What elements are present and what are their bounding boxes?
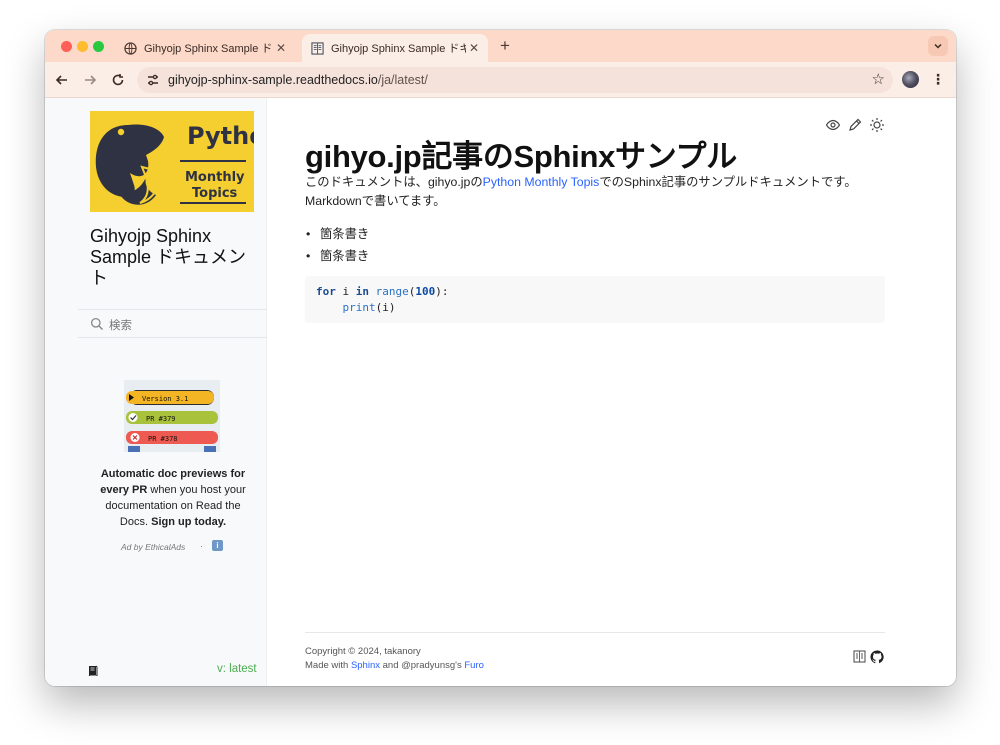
version-selector[interactable]: v: latest	[217, 663, 257, 675]
page-action-icons	[825, 117, 885, 133]
tab-close-icon[interactable]: ✕	[273, 41, 289, 55]
ad-info-icon[interactable]: i	[212, 540, 223, 551]
made-with-text: Made with Sphinx and @pradyunsg's Furo	[305, 660, 484, 671]
url-text: gihyojp-sphinx-sample.readthedocs.io/ja/…	[168, 73, 428, 87]
code-paren-close: ):	[435, 285, 449, 298]
browser-tab-1[interactable]: Gihyojp Sphinx Sample ドキュ ✕	[115, 34, 295, 62]
code-number: 100	[415, 285, 436, 298]
logo-text-python: Python	[187, 122, 254, 150]
readthedocs-book-icon[interactable]	[87, 663, 99, 677]
page-footer: Copyright © 2024, takanory Made with Sph…	[305, 632, 885, 671]
code-keyword-for: for	[316, 285, 336, 298]
bullet-list: 箇条書き 箇条書き	[305, 223, 369, 267]
readthedocs-footer-icon[interactable]	[853, 650, 866, 663]
minimize-window-button[interactable]	[77, 41, 88, 52]
intro-text-before: このドキュメントは、gihyo.jpの	[305, 175, 483, 189]
url-path: /ja/latest/	[377, 73, 428, 87]
forward-button[interactable]	[81, 71, 99, 89]
project-name[interactable]: Gihyojp Sphinx Sample ドキュメント	[90, 226, 260, 289]
code-print-args: (i)	[375, 301, 396, 314]
browser-tab-2[interactable]: Gihyojp Sphinx Sample ドキュ ✕	[302, 34, 488, 62]
main-article: gihyo.jp記事のSphinxサンプル このドキュメントは、gihyo.jp…	[268, 98, 956, 686]
code-keyword-in: in	[355, 285, 369, 298]
browser-toolbar: gihyojp-sphinx-sample.readthedocs.io/ja/…	[45, 62, 956, 98]
python-monthly-topics-link[interactable]: Python Monthly Topis	[483, 175, 600, 189]
ad-separator: ·	[200, 541, 203, 551]
tab-strip: Gihyojp Sphinx Sample ドキュ ✕ Gihyojp Sphi…	[45, 30, 956, 62]
made-prefix: Made with	[305, 660, 351, 671]
close-window-button[interactable]	[61, 41, 72, 52]
tab-title: Gihyojp Sphinx Sample ドキュ	[331, 43, 466, 55]
profile-avatar[interactable]	[902, 71, 919, 88]
sphinx-link[interactable]: Sphinx	[351, 660, 380, 671]
ad-badge-version: Version 3.1	[142, 395, 188, 403]
view-source-icon[interactable]	[825, 117, 841, 133]
globe-icon	[123, 41, 137, 55]
ad-by-label[interactable]: Ad by EthicalAds	[121, 542, 185, 552]
github-icon[interactable]	[870, 650, 884, 664]
ad-badge-pr379: PR #379	[146, 415, 176, 423]
reload-button[interactable]	[109, 71, 127, 89]
furo-link[interactable]: Furo	[464, 660, 484, 671]
ad-badge-pr378: PR #378	[148, 435, 178, 443]
address-bar[interactable]: gihyojp-sphinx-sample.readthedocs.io/ja/…	[137, 67, 893, 93]
page-title: gihyo.jp記事のSphinxサンプル	[305, 139, 737, 174]
bookmark-star-icon[interactable]: ☆	[872, 70, 885, 88]
intro-paragraph: このドキュメントは、gihyo.jpのPython Monthly Topisで…	[305, 173, 885, 211]
tab-search-button[interactable]	[928, 36, 948, 56]
code-var: i	[335, 285, 356, 298]
copyright-text: Copyright © 2024, takanory	[305, 646, 421, 657]
list-item: 箇条書き	[305, 245, 369, 267]
browser-menu-icon[interactable]: ⋮	[931, 70, 945, 88]
logo-text-topics: Topics	[192, 186, 238, 201]
tab-title: Gihyojp Sphinx Sample ドキュ	[144, 43, 273, 55]
browser-window: Gihyojp Sphinx Sample ドキュ ✕ Gihyojp Sphi…	[45, 30, 956, 686]
site-settings-icon[interactable]	[145, 72, 161, 88]
back-button[interactable]	[53, 71, 71, 89]
code-builtin-print: print	[342, 301, 376, 314]
search-icon	[90, 317, 104, 331]
logo-text-monthly: Monthly	[185, 170, 245, 185]
tab-close-icon[interactable]: ✕	[466, 41, 482, 55]
search-placeholder: 検索	[109, 320, 132, 332]
readthedocs-icon	[310, 41, 324, 55]
new-tab-button[interactable]: +	[495, 36, 515, 56]
code-builtin-range: range	[375, 285, 409, 298]
ad-text[interactable]: Automatic doc previews for every PR when…	[93, 466, 253, 530]
made-mid: and @pradyunsg's	[380, 660, 465, 671]
url-host: gihyojp-sphinx-sample.readthedocs.io	[168, 73, 378, 87]
ad-text-bold-2: Sign up today.	[151, 516, 227, 528]
ad-image[interactable]: Version 3.1 PR #379 PR #378	[124, 380, 220, 452]
sidebar: Python Monthly Topics Gihyojp Sphinx Sam…	[45, 98, 283, 686]
list-item: 箇条書き	[305, 223, 369, 245]
code-block: for i in range(100): print(i)	[305, 276, 885, 323]
page-content: Python Monthly Topics Gihyojp Sphinx Sam…	[45, 98, 956, 686]
footer-icons	[853, 650, 884, 664]
search-box[interactable]: 検索	[78, 309, 267, 338]
theme-toggle-icon[interactable]	[869, 117, 885, 133]
project-logo[interactable]: Python Monthly Topics	[90, 111, 283, 212]
edit-page-icon[interactable]	[847, 117, 863, 133]
maximize-window-button[interactable]	[93, 41, 104, 52]
